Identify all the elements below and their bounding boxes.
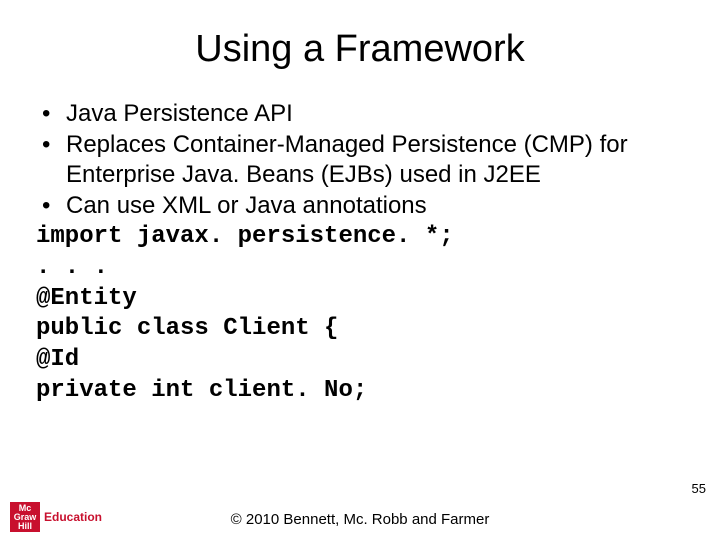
publisher-brand-text: Education bbox=[44, 510, 102, 524]
publisher-logo: Mc Graw Hill Education bbox=[10, 502, 102, 532]
mcgraw-hill-badge-icon: Mc Graw Hill bbox=[10, 502, 40, 532]
slide-title: Using a Framework bbox=[36, 28, 684, 71]
copyright-footer: © 2010 Bennett, Mc. Robb and Farmer bbox=[0, 511, 720, 528]
list-item: Can use XML or Java annotations bbox=[36, 191, 684, 220]
slide-content: Java Persistence API Replaces Container-… bbox=[36, 99, 684, 406]
list-item: Replaces Container-Managed Persistence (… bbox=[36, 130, 684, 189]
code-block: import javax. persistence. *; . . . @Ent… bbox=[36, 222, 684, 406]
page-number: 55 bbox=[692, 481, 706, 496]
slide: Using a Framework Java Persistence API R… bbox=[0, 0, 720, 540]
logo-line: Hill bbox=[18, 522, 32, 531]
bullet-list: Java Persistence API Replaces Container-… bbox=[36, 99, 684, 220]
list-item: Java Persistence API bbox=[36, 99, 684, 128]
